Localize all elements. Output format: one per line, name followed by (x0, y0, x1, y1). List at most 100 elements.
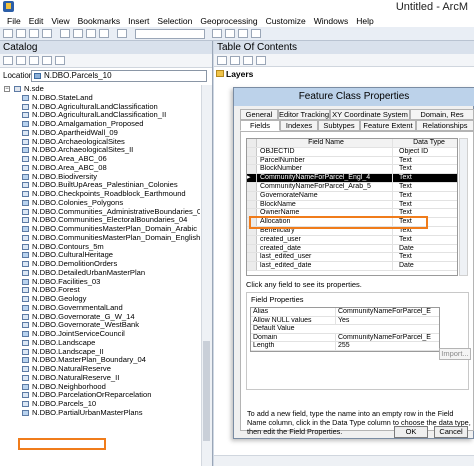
back-icon[interactable] (3, 56, 13, 65)
field-row[interactable]: last_edited_user Text (247, 253, 457, 263)
data-type-cell[interactable]: Text (399, 201, 457, 209)
data-type-cell[interactable]: Text (399, 236, 457, 244)
field-name-cell[interactable]: OBJECTID (260, 147, 393, 156)
tab-xy-coordinate-system[interactable]: XY Coordinate System (330, 109, 410, 120)
data-type-cell[interactable]: Text (399, 157, 457, 165)
field-property-value[interactable]: 255 (335, 342, 439, 351)
fields-grid-scrollbar[interactable] (459, 138, 468, 276)
field-name-cell[interactable]: CommunityNameForParcel_Engl_4 (260, 174, 393, 182)
menu-help[interactable]: Help (352, 16, 377, 26)
menu-bookmarks[interactable]: Bookmarks (74, 16, 125, 26)
field-name-cell[interactable]: created_user (260, 235, 393, 244)
tab-subtypes[interactable]: Subtypes (318, 120, 360, 131)
field-row[interactable]: GovernorateName Text (247, 191, 457, 201)
tab-feature-extent[interactable]: Feature Extent (360, 120, 416, 131)
data-type-cell[interactable]: Text (399, 192, 457, 200)
tab-indexes[interactable]: Indexes (280, 120, 318, 131)
tab-general[interactable]: General (240, 109, 278, 120)
field-name-cell[interactable]: last_edited_user (260, 253, 393, 262)
field-row[interactable]: created_date Date (247, 244, 457, 254)
layers-node[interactable]: Layers (226, 69, 253, 79)
search-window-icon[interactable] (251, 29, 261, 38)
editor-toolbar-icon[interactable] (212, 29, 222, 38)
collapse-icon[interactable]: − (4, 86, 10, 92)
forward-icon[interactable] (16, 56, 26, 65)
print-icon[interactable] (42, 29, 52, 38)
field-name-cell[interactable]: ParcelNumber (260, 156, 393, 165)
field-name-cell[interactable]: BlockNumber (260, 165, 393, 174)
row-selector[interactable]: ▸ (247, 174, 257, 182)
up-folder-icon[interactable] (29, 56, 39, 65)
menu-file[interactable]: File (3, 16, 25, 26)
import-button[interactable]: Import... (439, 348, 471, 360)
field-name-column-header[interactable]: Field Name (260, 139, 393, 147)
open-icon[interactable] (16, 29, 26, 38)
field-row[interactable]: ▸ CommunityNameForParcel_Engl_4 Text (247, 174, 457, 183)
paste-icon[interactable] (86, 29, 96, 38)
catalog-window-icon[interactable] (238, 29, 248, 38)
toc-window-icon[interactable] (225, 29, 235, 38)
row-selector[interactable] (247, 200, 257, 209)
location-input[interactable]: N.DBO.Parcels_10 (31, 70, 207, 82)
menu-windows[interactable]: Windows (310, 16, 352, 26)
field-row[interactable]: BlockName Text (247, 200, 457, 210)
field-row[interactable]: OBJECTID Object ID (247, 147, 457, 157)
data-type-cell[interactable]: Date (399, 245, 457, 253)
list-by-source-icon[interactable] (230, 56, 240, 65)
data-type-cell[interactable]: Text (399, 165, 457, 173)
row-selector[interactable] (247, 156, 257, 165)
field-row[interactable]: ParcelNumber Text (247, 156, 457, 166)
field-name-cell[interactable]: BlockName (260, 200, 393, 209)
menu-selection[interactable]: Selection (153, 16, 196, 26)
data-type-cell[interactable]: Object ID (399, 148, 457, 156)
tab-editor-tracking[interactable]: Editor Tracking (278, 109, 330, 120)
toc-horizontal-scrollbar[interactable] (214, 455, 474, 466)
menu-insert[interactable]: Insert (124, 16, 153, 26)
field-row[interactable]: created_user Text (247, 235, 457, 245)
field-row[interactable]: CommunityNameForParcel_Arab_5 Text (247, 183, 457, 192)
add-data-icon[interactable] (117, 29, 127, 38)
copy-icon[interactable] (73, 29, 83, 38)
field-row[interactable]: last_edited_date Date (247, 262, 457, 271)
map-scale-combo[interactable] (135, 29, 205, 39)
row-selector[interactable] (247, 191, 257, 200)
menu-customize[interactable]: Customize (262, 16, 310, 26)
menu-view[interactable]: View (47, 16, 73, 26)
cancel-button[interactable]: Cancel (434, 426, 468, 438)
row-selector[interactable] (247, 235, 257, 244)
data-type-cell[interactable]: Text (399, 183, 457, 191)
data-type-cell[interactable]: Text (399, 253, 457, 261)
data-type-cell[interactable]: Date (399, 262, 457, 270)
menu-geoprocessing[interactable]: Geoprocessing (196, 16, 261, 26)
row-selector[interactable] (247, 183, 257, 191)
list-by-selection-icon[interactable] (256, 56, 266, 65)
save-icon[interactable] (29, 29, 39, 38)
list-by-visibility-icon[interactable] (243, 56, 253, 65)
field-name-cell[interactable]: GovernorateName (260, 191, 393, 200)
field-property-value[interactable]: CommunityNameForParcel_E (335, 308, 439, 317)
tab-fields[interactable]: Fields (240, 120, 280, 131)
cut-icon[interactable] (60, 29, 70, 38)
tab-domain-resolution[interactable]: Domain, Res (410, 109, 474, 120)
catalog-scroll-thumb[interactable] (203, 341, 210, 441)
field-row[interactable]: BlockNumber Text (247, 165, 457, 175)
row-selector[interactable] (247, 244, 257, 253)
row-selector[interactable] (247, 253, 257, 262)
ok-button[interactable]: OK (394, 426, 428, 438)
field-name-cell[interactable]: CommunityNameForParcel_Arab_5 (260, 183, 393, 191)
field-name-cell[interactable]: created_date (260, 244, 393, 253)
menu-edit[interactable]: Edit (25, 16, 48, 26)
new-document-icon[interactable] (3, 29, 13, 38)
home-icon[interactable] (42, 56, 52, 65)
tab-relationships[interactable]: Relationships (416, 120, 474, 131)
list-by-drawing-order-icon[interactable] (217, 56, 227, 65)
connect-folder-icon[interactable] (55, 56, 65, 65)
data-type-cell[interactable]: Text (399, 174, 457, 182)
row-selector[interactable] (247, 165, 257, 174)
row-selector[interactable] (247, 147, 257, 156)
field-property-value[interactable]: CommunityNameForParcel_E (335, 333, 439, 343)
data-type-column-header[interactable]: Data Type (399, 139, 457, 147)
field-name-cell[interactable]: last_edited_date (260, 262, 393, 270)
row-selector[interactable] (247, 262, 257, 270)
field-property-value[interactable]: Yes (335, 316, 439, 325)
